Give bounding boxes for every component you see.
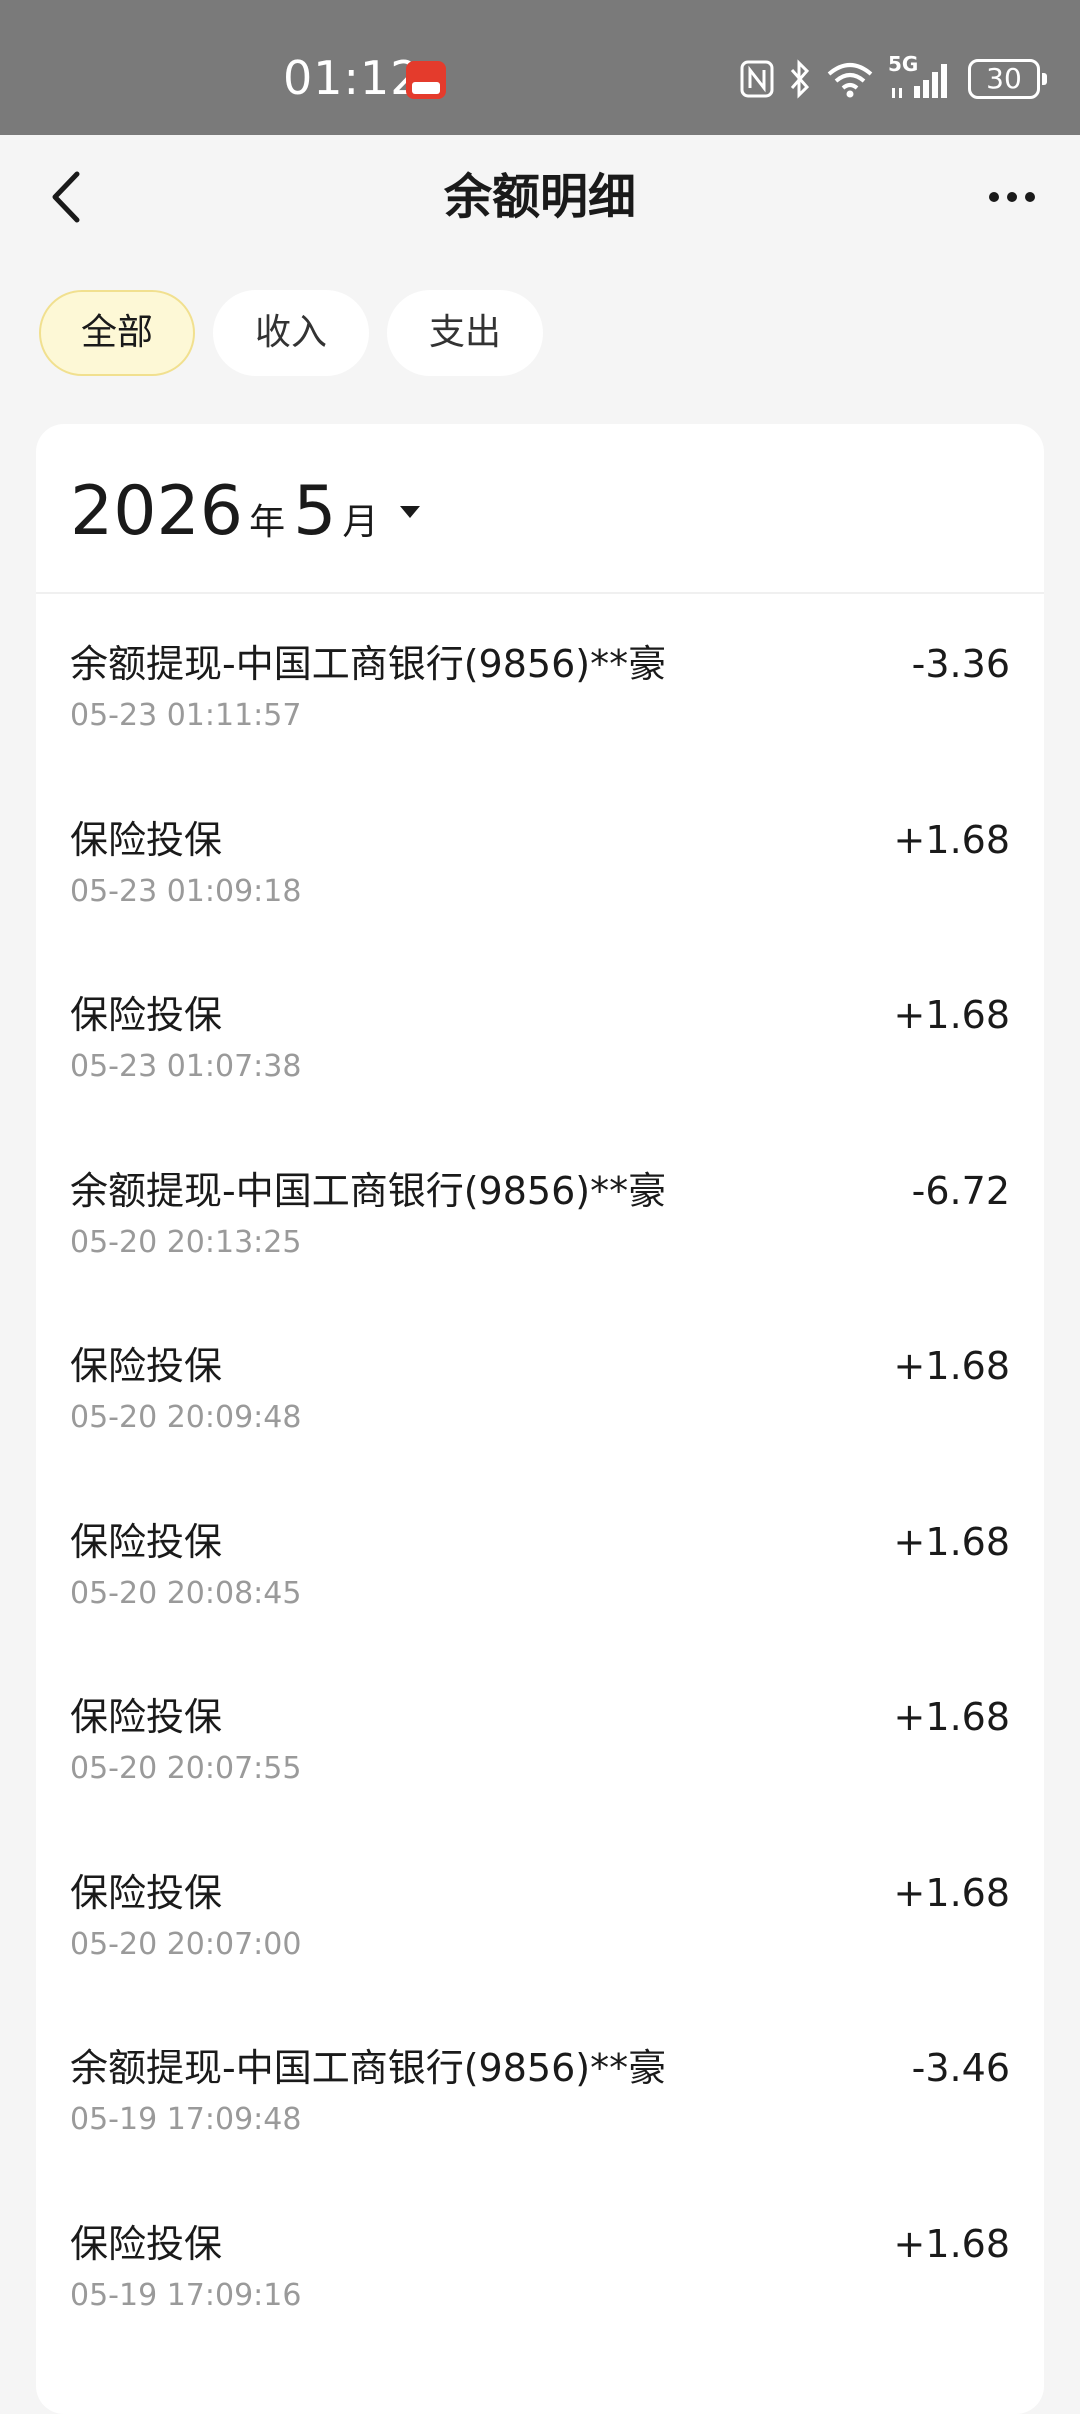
- header: 余额明细: [0, 135, 1080, 260]
- status-bar: 01:12 5G 30: [0, 0, 1080, 135]
- cloud-pay-icon: [406, 61, 446, 99]
- transaction-amount: +1.68: [893, 817, 1010, 862]
- month-year: 2026: [70, 472, 244, 551]
- transaction-title: 保险投保: [70, 1870, 223, 1915]
- transaction-amount: +1.68: [893, 1519, 1010, 1564]
- year-unit: 年: [249, 502, 286, 543]
- month-header: 2026 年 5 月: [36, 424, 1044, 594]
- table-row[interactable]: 保险投保 05-19 17:09:16 +1.68: [36, 2174, 1044, 2350]
- transaction-title: 余额提现-中国工商银行(9856)**豪: [70, 1168, 667, 1213]
- transaction-title: 保险投保: [70, 2221, 223, 2266]
- transaction-title: 余额提现-中国工商银行(9856)**豪: [70, 642, 667, 686]
- table-row[interactable]: 余额提现-中国工商银行(9856)**豪 05-23 01:11:57 -3.3…: [36, 594, 1044, 770]
- month-selector[interactable]: 2026 年 5 月: [70, 472, 421, 552]
- table-row[interactable]: 余额提现-中国工商银行(9856)**豪 05-19 17:09:48 -3.4…: [36, 1998, 1044, 2174]
- transaction-time: 05-19 17:09:16: [70, 2277, 302, 2313]
- transaction-card: 2026 年 5 月 余额提现-中国工商银行(9856)**豪 05-23 01…: [36, 424, 1044, 2414]
- table-row[interactable]: 保险投保 05-23 01:07:38 +1.68: [36, 945, 1044, 1121]
- transaction-amount: +1.68: [893, 2221, 1010, 2266]
- nfc-icon: [740, 60, 774, 98]
- table-row[interactable]: 余额提现-中国工商银行(9856)**豪 05-20 20:13:25 -6.7…: [36, 1121, 1044, 1297]
- transaction-title: 保险投保: [70, 1695, 223, 1739]
- table-row[interactable]: 保险投保 05-20 20:08:45 +1.68: [36, 1472, 1044, 1648]
- transaction-amount: +1.68: [893, 1695, 1010, 1739]
- wifi-icon: [827, 63, 873, 98]
- transaction-time: 05-23 01:07:38: [70, 1049, 302, 1084]
- transaction-amount: +1.68: [893, 1344, 1010, 1388]
- tab-all[interactable]: 全部: [39, 290, 195, 376]
- transaction-amount: -3.36: [911, 642, 1010, 686]
- table-row[interactable]: 保险投保 05-20 20:07:55 +1.68: [36, 1647, 1044, 1823]
- transaction-time: 05-20 20:07:00: [70, 1926, 302, 1962]
- battery-icon: 30: [968, 59, 1047, 99]
- transaction-amount: -6.72: [911, 1168, 1010, 1213]
- more-button[interactable]: [982, 175, 1042, 219]
- tab-income[interactable]: 收入: [213, 290, 369, 376]
- transaction-time: 05-20 20:07:55: [70, 1751, 302, 1786]
- signal-5g-icon: 5G: [888, 52, 954, 100]
- table-row[interactable]: 保险投保 05-20 20:07:00 +1.68: [36, 1823, 1044, 1999]
- transaction-amount: +1.68: [893, 993, 1010, 1037]
- transaction-time: 05-23 01:09:18: [70, 873, 302, 909]
- transaction-time: 05-23 01:11:57: [70, 698, 302, 733]
- more-dots-icon: [989, 192, 999, 202]
- transaction-title: 保险投保: [70, 817, 223, 862]
- transaction-title: 余额提现-中国工商银行(9856)**豪: [70, 2046, 667, 2090]
- tab-expense[interactable]: 支出: [387, 290, 543, 376]
- transaction-title: 保险投保: [70, 1519, 223, 1564]
- month-number: 5: [293, 472, 337, 551]
- filter-tabs: 全部 收入 支出: [39, 290, 543, 376]
- bluetooth-icon: [790, 59, 810, 99]
- transaction-time: 05-20 20:13:25: [70, 1224, 302, 1260]
- month-unit: 月: [342, 502, 379, 543]
- transaction-time: 05-20 20:09:48: [70, 1400, 302, 1435]
- transaction-title: 保险投保: [70, 993, 223, 1037]
- caret-down-icon: [400, 506, 421, 518]
- page-title: 余额明细: [443, 169, 636, 225]
- transaction-list: 余额提现-中国工商银行(9856)**豪 05-23 01:11:57 -3.3…: [36, 594, 1044, 2349]
- transaction-amount: -3.46: [911, 2046, 1010, 2090]
- transaction-time: 05-20 20:08:45: [70, 1575, 302, 1611]
- transaction-time: 05-19 17:09:48: [70, 2102, 302, 2137]
- status-time: 01:12: [283, 51, 421, 105]
- table-row[interactable]: 保险投保 05-23 01:09:18 +1.68: [36, 770, 1044, 946]
- transaction-title: 保险投保: [70, 1344, 223, 1388]
- transaction-amount: +1.68: [893, 1870, 1010, 1915]
- table-row[interactable]: 保险投保 05-20 20:09:48 +1.68: [36, 1296, 1044, 1472]
- status-icons: 5G 30: [740, 52, 1047, 102]
